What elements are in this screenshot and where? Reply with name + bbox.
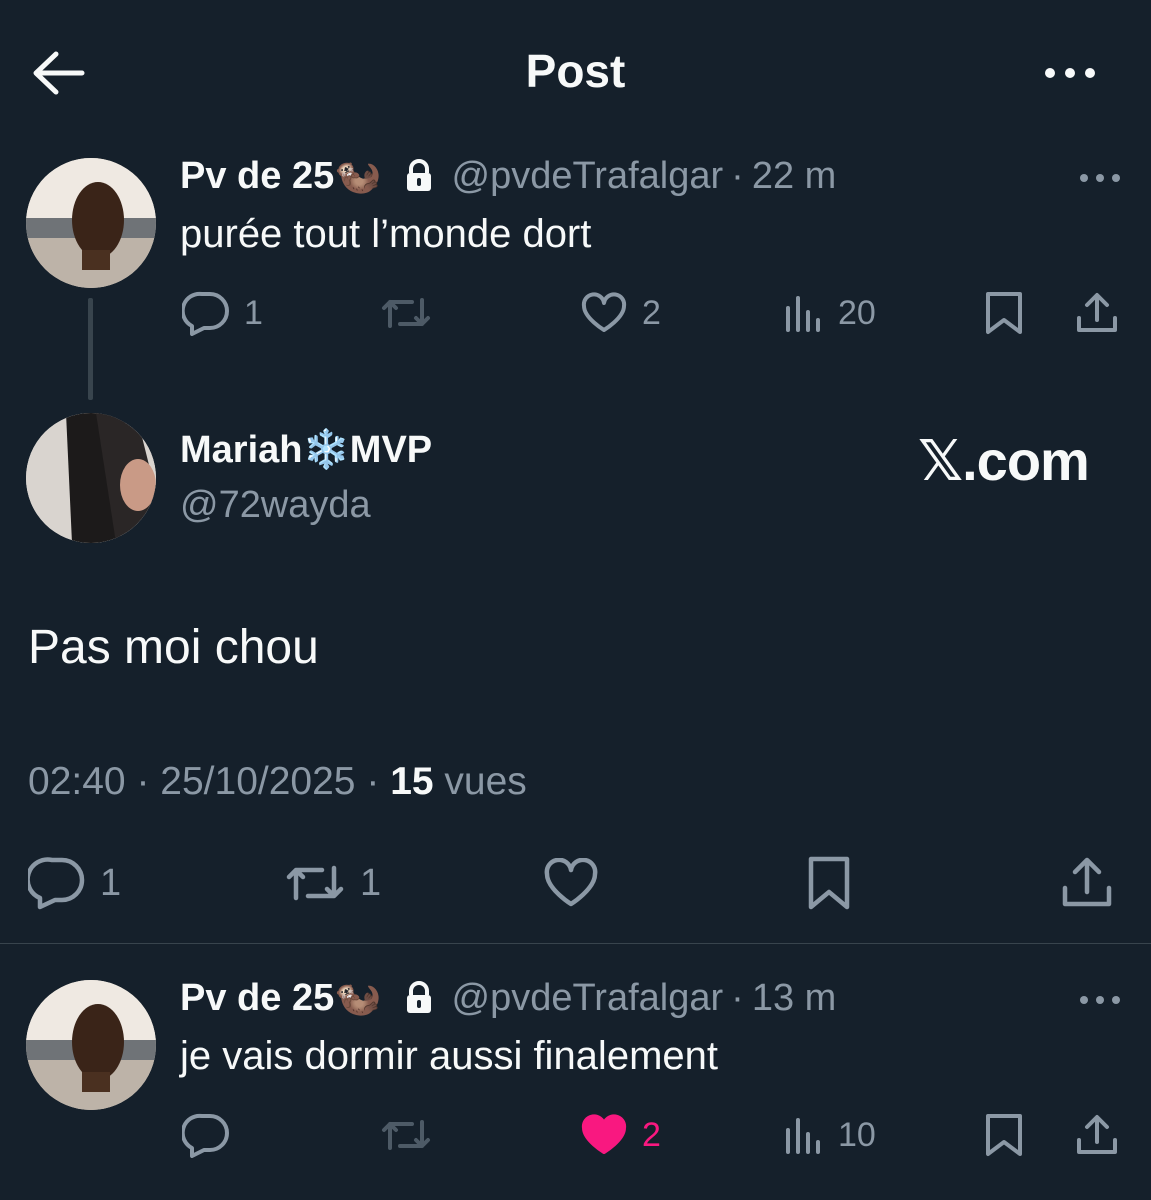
date[interactable]: 25/10/2025 — [160, 760, 355, 803]
thread-line — [88, 298, 93, 400]
reply-icon — [28, 857, 85, 910]
author-handle[interactable]: @72wayda — [180, 484, 371, 527]
retweet-icon — [382, 1120, 430, 1150]
reply-button[interactable]: 1 — [28, 856, 121, 910]
retweet-icon — [286, 865, 344, 901]
retweet-button[interactable]: 1 — [284, 858, 381, 908]
reply-button[interactable]: 1 — [182, 290, 263, 336]
reply-icon — [182, 291, 229, 336]
bookmark-icon — [986, 292, 1022, 334]
share-icon — [1062, 857, 1112, 907]
bookmark-button[interactable] — [984, 290, 1024, 336]
author-name[interactable]: Mariah❄️MVP — [180, 428, 432, 472]
lock-icon — [404, 981, 434, 1015]
reply-icon — [182, 1113, 229, 1158]
timestamp[interactable]: 13 m — [752, 977, 836, 1020]
share-button[interactable] — [1074, 290, 1120, 336]
reply-tweet-header: Pv de 25🦦 @pvdeTrafalgar · 13 m — [180, 976, 836, 1020]
views-count: 10 — [838, 1115, 876, 1154]
watermark: 𝕏.com — [918, 429, 1090, 492]
like-icon — [581, 292, 627, 332]
like-button[interactable]: 2 — [580, 1114, 661, 1156]
retweet-button[interactable] — [380, 292, 446, 334]
reply-count: 1 — [244, 293, 263, 332]
views-button[interactable]: 10 — [784, 1114, 876, 1156]
like-icon — [544, 858, 598, 907]
separator: · — [136, 760, 150, 803]
lock-icon — [404, 159, 434, 193]
retweet-button[interactable] — [380, 1114, 446, 1156]
tweet-text: purée tout l’monde dort — [180, 212, 592, 256]
author-handle[interactable]: @pvdeTrafalgar — [452, 977, 724, 1020]
author-name[interactable]: Pv de 25🦦 — [180, 976, 382, 1020]
bookmark-icon — [986, 1114, 1022, 1156]
views-count: 15 — [390, 760, 434, 803]
parent-tweet-header: Pv de 25🦦 @pvdeTrafalgar · 22 m — [180, 154, 836, 198]
bookmark-button[interactable] — [984, 1112, 1024, 1158]
bookmark-icon — [808, 856, 850, 910]
views-icon — [786, 296, 820, 332]
top-bar: Post — [0, 0, 1151, 150]
tweet-meta: 02:40 · 25/10/2025 · 15 vues — [28, 760, 527, 804]
share-icon — [1077, 293, 1117, 332]
tweet-more-icon[interactable] — [1078, 990, 1126, 1010]
retweet-icon — [382, 298, 430, 328]
liked-heart-icon — [581, 1114, 627, 1154]
like-count: 2 — [642, 293, 661, 332]
avatar[interactable] — [26, 158, 156, 288]
separator: · — [366, 760, 380, 803]
bookmark-button[interactable] — [806, 854, 852, 912]
reply-count: 1 — [100, 861, 122, 904]
tweet-text: Pas moi chou — [28, 621, 319, 674]
separator: · — [731, 976, 744, 1019]
like-button[interactable] — [542, 858, 614, 908]
avatar[interactable] — [26, 413, 156, 543]
share-button[interactable] — [1060, 854, 1114, 910]
views-label: vues — [444, 760, 527, 803]
separator: · — [731, 154, 744, 197]
views-icon — [786, 1118, 820, 1154]
share-icon — [1077, 1115, 1117, 1154]
more-icon[interactable] — [1040, 58, 1100, 88]
views-count: 20 — [838, 293, 876, 332]
timestamp[interactable]: 02:40 — [28, 760, 126, 803]
tweet-text: je vais dormir aussi finalement — [180, 1034, 718, 1078]
share-button[interactable] — [1074, 1112, 1120, 1158]
avatar[interactable] — [26, 980, 156, 1110]
views-button[interactable]: 20 — [784, 292, 876, 334]
author-name[interactable]: Pv de 25🦦 — [180, 154, 382, 198]
retweet-count: 1 — [360, 861, 382, 904]
page-title: Post — [525, 45, 626, 97]
timestamp[interactable]: 22 m — [752, 155, 836, 198]
like-count: 2 — [642, 1115, 661, 1154]
like-button[interactable]: 2 — [580, 292, 661, 334]
author-handle[interactable]: @pvdeTrafalgar — [452, 155, 724, 198]
reply-button[interactable] — [182, 1112, 244, 1158]
tweet-more-icon[interactable] — [1078, 168, 1126, 188]
divider — [0, 943, 1151, 944]
